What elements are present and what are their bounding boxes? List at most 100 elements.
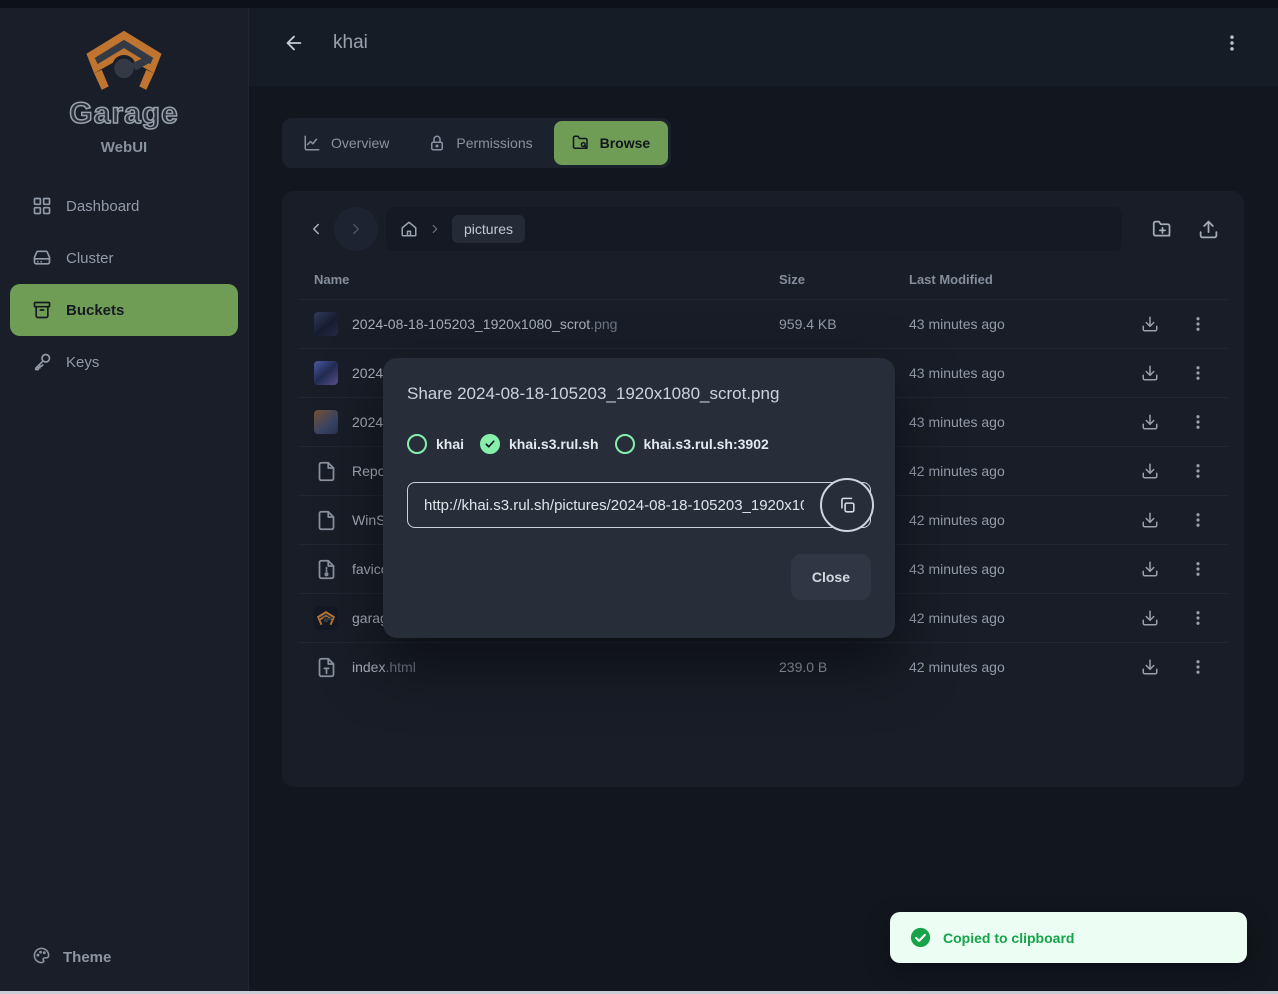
sidebar: Garage WebUI Dashboard Cluster Buckets Keys… — [0, 0, 249, 991]
share-url-input[interactable] — [407, 482, 871, 528]
file-size: 959.4 KB — [779, 316, 909, 332]
bucket-menu-button[interactable] — [1216, 27, 1248, 59]
share-domain-option[interactable]: khai.s3.rul.sh:3902 — [615, 434, 769, 454]
download-button[interactable] — [1139, 509, 1161, 531]
file-modified: 43 minutes ago — [909, 561, 1139, 577]
home-icon[interactable] — [400, 220, 418, 238]
row-menu-button[interactable] — [1187, 313, 1209, 335]
tab-label: Permissions — [456, 135, 532, 151]
favicon-file-icon — [314, 559, 338, 580]
row-menu-button[interactable] — [1187, 607, 1209, 629]
file-size: 239.0 B — [779, 659, 909, 675]
radio-checked-icon[interactable] — [480, 434, 500, 454]
screenshot-thumbnail — [314, 312, 338, 336]
lock-icon — [428, 134, 446, 152]
row-menu-button[interactable] — [1187, 411, 1209, 433]
domain-option-label: khai.s3.rul.sh — [509, 436, 598, 452]
column-header-modified: Last Modified — [909, 272, 1139, 287]
download-button[interactable] — [1139, 656, 1161, 678]
file-extension: .png — [590, 316, 617, 332]
domain-options: khai khai.s3.rul.sh khai.s3.rul.sh:3902 — [407, 434, 871, 454]
breadcrumb: pictures — [386, 207, 1122, 251]
download-button[interactable] — [1139, 558, 1161, 580]
row-menu-button[interactable] — [1187, 362, 1209, 384]
radio-unchecked-icon[interactable] — [407, 434, 427, 454]
table-header: Name Size Last Modified — [298, 259, 1228, 299]
table-row[interactable]: index.html 239.0 B42 minutes ago — [298, 642, 1228, 691]
keys-icon — [32, 352, 52, 372]
close-button[interactable]: Close — [791, 554, 871, 600]
row-menu-button[interactable] — [1187, 558, 1209, 580]
file-modified: 43 minutes ago — [909, 414, 1139, 430]
theme-button[interactable]: Theme — [10, 937, 238, 977]
sidebar-item-label: Dashboard — [66, 198, 139, 215]
tab-label: Browse — [600, 135, 651, 151]
art-thumbnail-2 — [314, 410, 338, 434]
page-title: khai — [333, 32, 368, 54]
share-domain-option[interactable]: khai.s3.rul.sh — [480, 434, 598, 454]
sidebar-item-cluster[interactable]: Cluster — [10, 232, 238, 284]
new-folder-button[interactable] — [1142, 209, 1182, 249]
logo-block: Garage WebUI — [0, 8, 248, 156]
download-button[interactable] — [1139, 313, 1161, 335]
nav-forward-button[interactable] — [334, 207, 378, 251]
overview-chart-icon — [303, 134, 321, 152]
sidebar-item-keys[interactable]: Keys — [10, 336, 238, 388]
domain-option-label: khai — [436, 436, 464, 452]
tab-label: Overview — [331, 135, 389, 151]
window-top-edge — [0, 0, 1278, 8]
buckets-icon — [32, 300, 52, 320]
file-modified: 42 minutes ago — [909, 659, 1139, 675]
bucket-header: khai — [249, 0, 1278, 86]
table-row[interactable]: 2024-08-18-105203_1920x1080_scrot.png 959… — [298, 299, 1228, 348]
app-title: Garage — [0, 97, 248, 131]
column-header-size: Size — [779, 272, 909, 287]
chevron-right-icon — [428, 222, 442, 236]
cluster-icon — [32, 248, 52, 268]
back-button[interactable] — [279, 28, 309, 58]
app-subtitle: WebUI — [0, 139, 248, 156]
row-menu-button[interactable] — [1187, 509, 1209, 531]
sidebar-item-dashboard[interactable]: Dashboard — [10, 180, 238, 232]
row-menu-button[interactable] — [1187, 460, 1209, 482]
column-header-name: Name — [314, 272, 779, 287]
nav-back-button[interactable] — [298, 211, 334, 247]
domain-option-label: khai.s3.rul.sh:3902 — [644, 436, 769, 452]
file-name: index.html — [352, 659, 416, 675]
share-dialog-title: Share 2024-08-18-105203_1920x1080_scrot.… — [407, 384, 871, 404]
tab-browse[interactable]: Browse — [554, 121, 669, 165]
file-modified: 43 minutes ago — [909, 316, 1139, 332]
row-menu-button[interactable] — [1187, 656, 1209, 678]
toast-notification[interactable]: Copied to clipboard — [890, 912, 1247, 963]
download-button[interactable] — [1139, 607, 1161, 629]
file-modified: 42 minutes ago — [909, 610, 1139, 626]
file-modified: 42 minutes ago — [909, 512, 1139, 528]
breadcrumb-folder-chip[interactable]: pictures — [452, 215, 525, 243]
html-file-icon — [314, 657, 338, 678]
download-button[interactable] — [1139, 411, 1161, 433]
upload-button[interactable] — [1188, 209, 1228, 249]
file-icon — [314, 510, 338, 531]
download-button[interactable] — [1139, 362, 1161, 384]
tab-permissions[interactable]: Permissions — [410, 121, 550, 165]
tab-overview[interactable]: Overview — [285, 121, 407, 165]
folder-search-icon — [572, 134, 590, 152]
radio-unchecked-icon[interactable] — [615, 434, 635, 454]
sidebar-item-label: Cluster — [66, 250, 114, 267]
share-dialog: Share 2024-08-18-105203_1920x1080_scrot.… — [383, 358, 895, 638]
garage-logo-icon — [82, 79, 166, 96]
toast-message: Copied to clipboard — [943, 930, 1074, 946]
palette-icon — [32, 946, 51, 969]
share-domain-option[interactable]: khai — [407, 434, 464, 454]
sidebar-item-label: Buckets — [66, 302, 124, 319]
share-url-row — [407, 482, 871, 528]
sidebar-item-buckets[interactable]: Buckets — [10, 284, 238, 336]
download-button[interactable] — [1139, 460, 1161, 482]
sidebar-nav: Dashboard Cluster Buckets Keys — [0, 180, 248, 388]
theme-label: Theme — [63, 949, 111, 966]
copy-url-button[interactable] — [820, 478, 874, 532]
file-icon — [314, 461, 338, 482]
file-extension: .html — [385, 659, 415, 675]
file-name: 2024-08-18-105203_1920x1080_scrot.png — [352, 316, 617, 332]
file-modified: 43 minutes ago — [909, 365, 1139, 381]
